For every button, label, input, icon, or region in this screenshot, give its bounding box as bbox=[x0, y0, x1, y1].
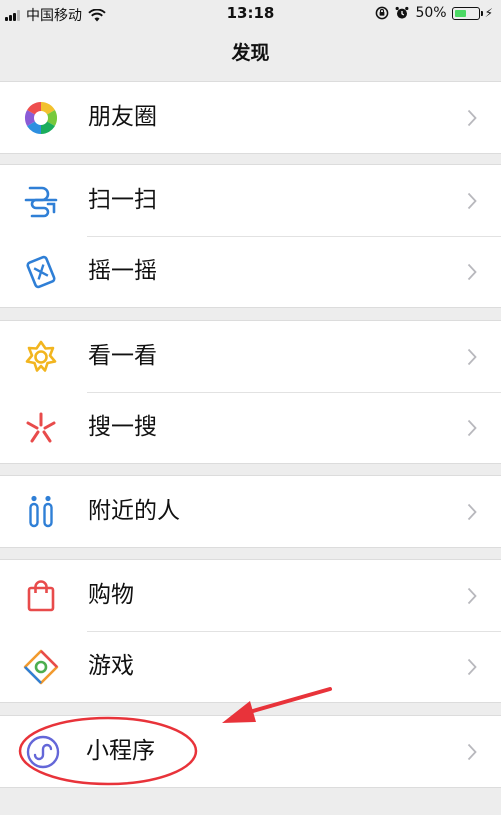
menu-item-shopping[interactable]: 购物 bbox=[0, 560, 501, 631]
moments-icon bbox=[24, 101, 58, 135]
chevron-right-icon bbox=[467, 419, 477, 437]
menu-item-label: 搜一搜 bbox=[88, 414, 157, 440]
charging-bolt-icon: ⚡ bbox=[484, 6, 493, 20]
menu-item-games[interactable]: 游戏 bbox=[0, 631, 501, 702]
chevron-right-icon bbox=[467, 263, 477, 281]
discover-group-5: 购物 游戏 bbox=[0, 559, 501, 703]
menu-item-label: 朋友圈 bbox=[88, 104, 157, 130]
menu-item-people-nearby[interactable]: 附近的人 bbox=[0, 476, 501, 547]
menu-item-label: 摇一摇 bbox=[88, 258, 157, 284]
menu-item-label: 看一看 bbox=[88, 343, 157, 369]
discover-group-4: 附近的人 bbox=[0, 475, 501, 548]
chevron-right-icon bbox=[467, 109, 477, 127]
menu-item-label: 小程序 bbox=[86, 738, 155, 764]
menu-item-shake[interactable]: 摇一摇 bbox=[0, 236, 501, 307]
status-right: 50% ⚡ bbox=[369, 5, 493, 21]
mini-program-icon bbox=[26, 735, 60, 769]
menu-item-label: 购物 bbox=[88, 582, 134, 608]
rotation-lock-icon bbox=[376, 6, 389, 20]
scan-icon bbox=[24, 186, 58, 218]
discover-group-2: 扫一扫 摇一摇 bbox=[0, 164, 501, 308]
search-icon bbox=[26, 412, 56, 443]
menu-item-scan[interactable]: 扫一扫 bbox=[0, 165, 501, 236]
menu-item-label: 附近的人 bbox=[88, 498, 180, 524]
alarm-icon bbox=[396, 6, 409, 19]
discover-group-6: 小程序 bbox=[0, 715, 501, 788]
games-icon bbox=[23, 649, 59, 685]
menu-item-top-stories[interactable]: 看一看 bbox=[0, 321, 501, 392]
chevron-right-icon bbox=[467, 587, 477, 605]
shopping-bag-icon bbox=[27, 580, 55, 612]
chevron-right-icon bbox=[467, 658, 477, 676]
discover-group-1: 朋友圈 bbox=[0, 81, 501, 154]
chevron-right-icon bbox=[467, 503, 477, 521]
page-title: 发现 bbox=[231, 42, 270, 64]
people-nearby-icon bbox=[29, 495, 53, 528]
battery-percent: 50% bbox=[415, 5, 447, 21]
discover-group-3: 看一看 搜一搜 bbox=[0, 320, 501, 464]
top-stories-icon bbox=[25, 340, 57, 372]
menu-item-search[interactable]: 搜一搜 bbox=[0, 392, 501, 463]
shake-icon bbox=[26, 255, 56, 289]
battery-icon bbox=[451, 6, 483, 20]
status-bar: 中国移动 13:18 50% ⚡ bbox=[0, 0, 501, 28]
chevron-right-icon bbox=[467, 743, 477, 761]
menu-item-moments[interactable]: 朋友圈 bbox=[0, 82, 501, 153]
menu-item-label: 扫一扫 bbox=[88, 187, 157, 213]
battery-level bbox=[454, 9, 466, 17]
menu-item-label: 游戏 bbox=[88, 653, 134, 679]
chevron-right-icon bbox=[467, 192, 477, 210]
menu-item-mini-programs[interactable]: 小程序 bbox=[0, 716, 501, 787]
chevron-right-icon bbox=[467, 348, 477, 366]
